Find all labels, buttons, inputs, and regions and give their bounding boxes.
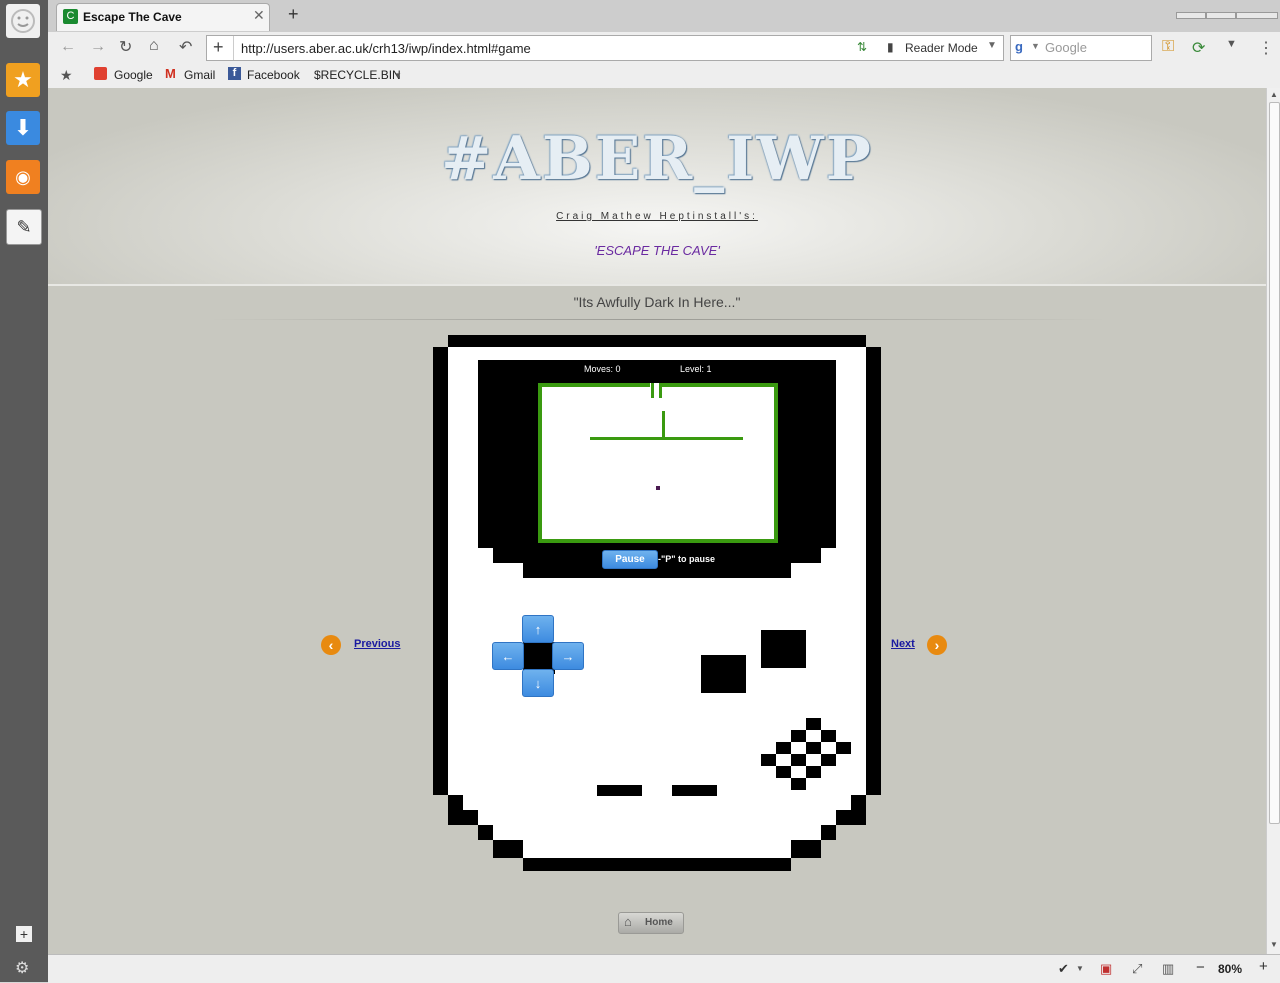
- minimize-button[interactable]: [1176, 12, 1206, 19]
- house-icon: ⌂: [624, 914, 632, 929]
- forward-icon[interactable]: →: [90, 38, 106, 56]
- navigation-toolbar: ← → ↻ ⌂ ↶ + http://users.aber.ac.uk/crh1…: [48, 32, 1280, 65]
- author-line: Craig Mathew Heptinstall's:: [556, 211, 758, 222]
- page-content: #ABER_IWP Craig Mathew Heptinstall's: 'E…: [48, 88, 1266, 954]
- dpad-right-button[interactable]: →: [552, 642, 584, 670]
- undo-icon[interactable]: ↶: [179, 37, 192, 57]
- sync-icon[interactable]: ⟳: [1192, 38, 1205, 58]
- key-icon[interactable]: ⚿: [1162, 38, 1174, 56]
- image-toggle-icon[interactable]: ▣: [1100, 961, 1112, 977]
- reader-mode-icon: ▮: [887, 40, 894, 54]
- notes-icon[interactable]: ✎: [6, 209, 42, 245]
- previous-link[interactable]: Previous: [354, 638, 400, 650]
- tab-escape-the-cave[interactable]: C Escape The Cave ✕: [56, 3, 270, 31]
- page-actions-dropdown-icon[interactable]: ▼: [1076, 964, 1084, 973]
- bookmark-facebook[interactable]: Facebook: [247, 68, 300, 82]
- level-indicator: Level: 1: [680, 364, 712, 374]
- dpad-down-button[interactable]: ↓: [522, 669, 554, 697]
- home-button[interactable]: ⌂ Home: [618, 912, 684, 934]
- add-panel-icon[interactable]: +: [16, 926, 32, 942]
- close-window-button[interactable]: [1236, 12, 1278, 19]
- content-blocker-icon[interactable]: ⇅: [857, 40, 867, 54]
- next-arrow-icon[interactable]: ›: [927, 635, 947, 655]
- overflow-icon[interactable]: ⋮: [1258, 38, 1274, 58]
- bookmark-star-icon[interactable]: ★: [60, 67, 73, 84]
- search-engine-dropdown-icon[interactable]: ▼: [1031, 41, 1040, 51]
- back-icon[interactable]: ←: [60, 38, 76, 56]
- feeds-icon[interactable]: ◉: [6, 160, 40, 194]
- downloads-icon[interactable]: ⬇: [6, 111, 40, 145]
- new-tab-icon[interactable]: +: [288, 4, 299, 25]
- status-bar: ✔ ▼ ▣ ⤢ ▥ − 80% +: [48, 954, 1280, 983]
- menu-dropdown-icon[interactable]: ▼: [1226, 38, 1237, 50]
- bookmarks-bar: ★ Google M Gmail f Facebook $RECYCLE.BIN…: [48, 64, 1280, 89]
- banner-title: #ABER_IWP: [441, 124, 873, 194]
- speaker-grille: [761, 718, 851, 798]
- zoom-in-icon[interactable]: +: [1259, 958, 1268, 975]
- scroll-down-icon[interactable]: ▼: [1270, 940, 1278, 949]
- vertical-scrollbar[interactable]: ▲ ▼: [1266, 88, 1280, 954]
- bookmarks-star-icon[interactable]: ★: [6, 63, 40, 97]
- maximize-button[interactable]: [1206, 12, 1236, 19]
- side-panel: ★ ⬇ ◉ ✎ + ⚙: [0, 0, 48, 982]
- home-icon[interactable]: ⌂: [149, 37, 159, 55]
- zoom-out-icon[interactable]: −: [1196, 959, 1205, 976]
- search-field[interactable]: g ▼ Google: [1010, 35, 1152, 61]
- bookmark-gmail[interactable]: Gmail: [184, 68, 215, 82]
- start-button[interactable]: [672, 785, 717, 796]
- select-button[interactable]: [597, 785, 642, 796]
- address-bar[interactable]: + http://users.aber.ac.uk/crh13/iwp/inde…: [206, 35, 1004, 61]
- fullscreen-icon[interactable]: ⤢: [1132, 961, 1142, 977]
- player-dot: [656, 486, 660, 490]
- tab-close-icon[interactable]: ✕: [253, 7, 265, 24]
- tagline: "Its Awfully Dark In Here...": [573, 294, 741, 310]
- facebook-favicon-icon: f: [228, 67, 241, 80]
- bookmark-recycle-bin[interactable]: $RECYCLE.BIN: [314, 68, 401, 82]
- bookmark-google[interactable]: Google: [114, 68, 153, 82]
- previous-arrow-icon[interactable]: ‹: [321, 635, 341, 655]
- folder-dropdown-icon[interactable]: ▼: [394, 71, 402, 80]
- google-favicon-icon: [94, 67, 107, 80]
- tab-bar: C Escape The Cave ✕ +: [48, 0, 1280, 32]
- tiling-icon[interactable]: ▥: [1162, 961, 1174, 977]
- game-title: 'ESCAPE THE CAVE': [594, 243, 720, 258]
- pause-hint: -"P" to pause: [658, 554, 716, 564]
- scroll-thumb[interactable]: [1269, 102, 1280, 824]
- speed-dial-icon[interactable]: [6, 4, 40, 38]
- gmail-favicon-icon: M: [165, 66, 176, 81]
- tab-favicon-icon: C: [63, 9, 78, 24]
- home-label: Home: [645, 917, 673, 928]
- dpad-left-button[interactable]: ←: [492, 642, 524, 670]
- reader-mode-button[interactable]: Reader Mode: [905, 41, 978, 55]
- dpad-up-button[interactable]: ↑: [522, 615, 554, 643]
- moves-counter: Moves: 0: [584, 364, 621, 374]
- url-text[interactable]: http://users.aber.ac.uk/crh13/iwp/index.…: [241, 41, 531, 56]
- search-placeholder: Google: [1045, 40, 1087, 55]
- add-icon[interactable]: +: [213, 37, 224, 58]
- tab-title: Escape The Cave: [83, 10, 182, 24]
- address-dropdown-icon[interactable]: ▼: [987, 40, 997, 51]
- reload-icon[interactable]: ↻: [119, 37, 132, 57]
- b-button[interactable]: [701, 655, 746, 693]
- settings-gear-icon[interactable]: ⚙: [15, 958, 29, 978]
- google-search-icon: g: [1015, 39, 1023, 54]
- a-button[interactable]: [761, 630, 806, 668]
- page-actions-icon[interactable]: ✔: [1058, 961, 1069, 977]
- game-canvas[interactable]: [538, 383, 778, 543]
- gameboy-console: Moves: 0 Level: 1 Pause -"P" to pause ↑ …: [433, 335, 881, 871]
- zoom-level[interactable]: 80%: [1218, 962, 1242, 976]
- scroll-up-icon[interactable]: ▲: [1270, 90, 1278, 99]
- next-link[interactable]: Next: [891, 638, 915, 650]
- pause-button[interactable]: Pause: [602, 550, 658, 569]
